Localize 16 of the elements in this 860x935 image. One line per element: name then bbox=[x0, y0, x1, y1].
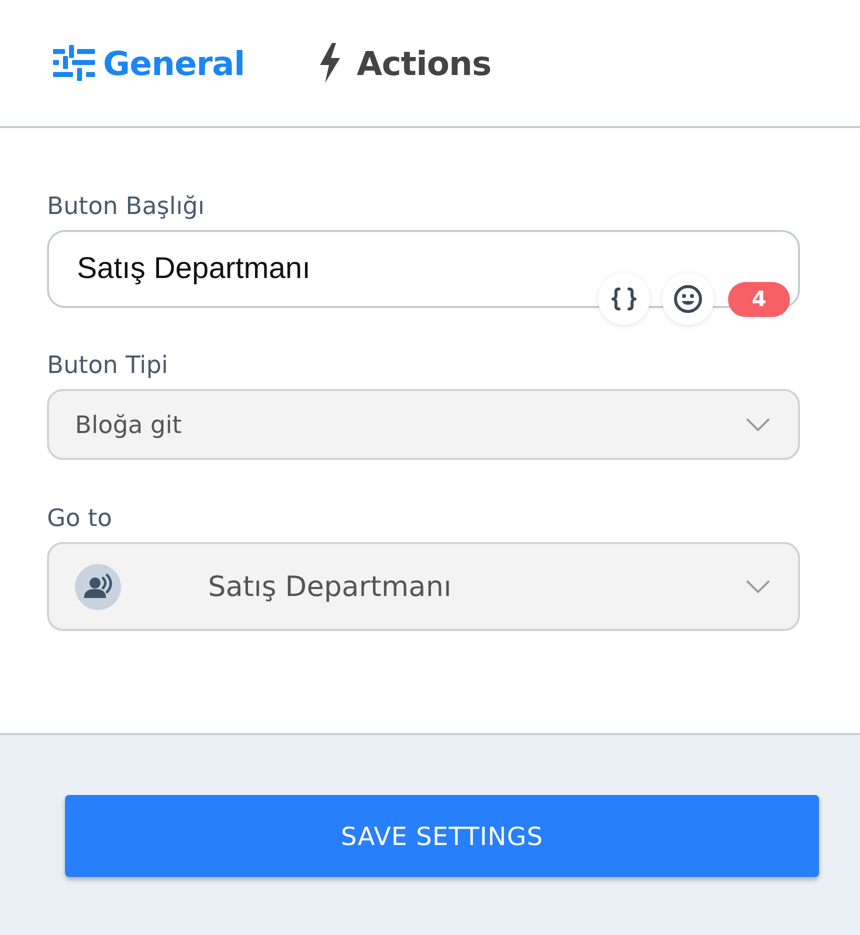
field-label: Go to bbox=[47, 503, 114, 533]
sliders-icon bbox=[53, 45, 95, 81]
lightning-bolt-icon bbox=[318, 43, 341, 83]
dropdown-select[interactable]: Bloğa git bbox=[47, 389, 800, 460]
save-settings-button[interactable]: SAVE SETTINGS bbox=[65, 795, 819, 877]
tab[interactable]: Actions bbox=[318, 43, 492, 83]
chevron-down-icon bbox=[746, 580, 770, 594]
smiley-icon bbox=[674, 285, 702, 313]
count-badge: 4 bbox=[728, 282, 790, 316]
tab[interactable]: General bbox=[53, 44, 245, 82]
field-label: Buton Başlığı bbox=[47, 191, 206, 221]
curly-braces-icon bbox=[611, 287, 637, 311]
person-speaking-icon bbox=[75, 564, 121, 610]
dropdown-select[interactable]: Satış Departmanı bbox=[47, 542, 800, 631]
field-label: Buton Tipi bbox=[47, 350, 170, 380]
chevron-down-icon bbox=[746, 418, 770, 432]
